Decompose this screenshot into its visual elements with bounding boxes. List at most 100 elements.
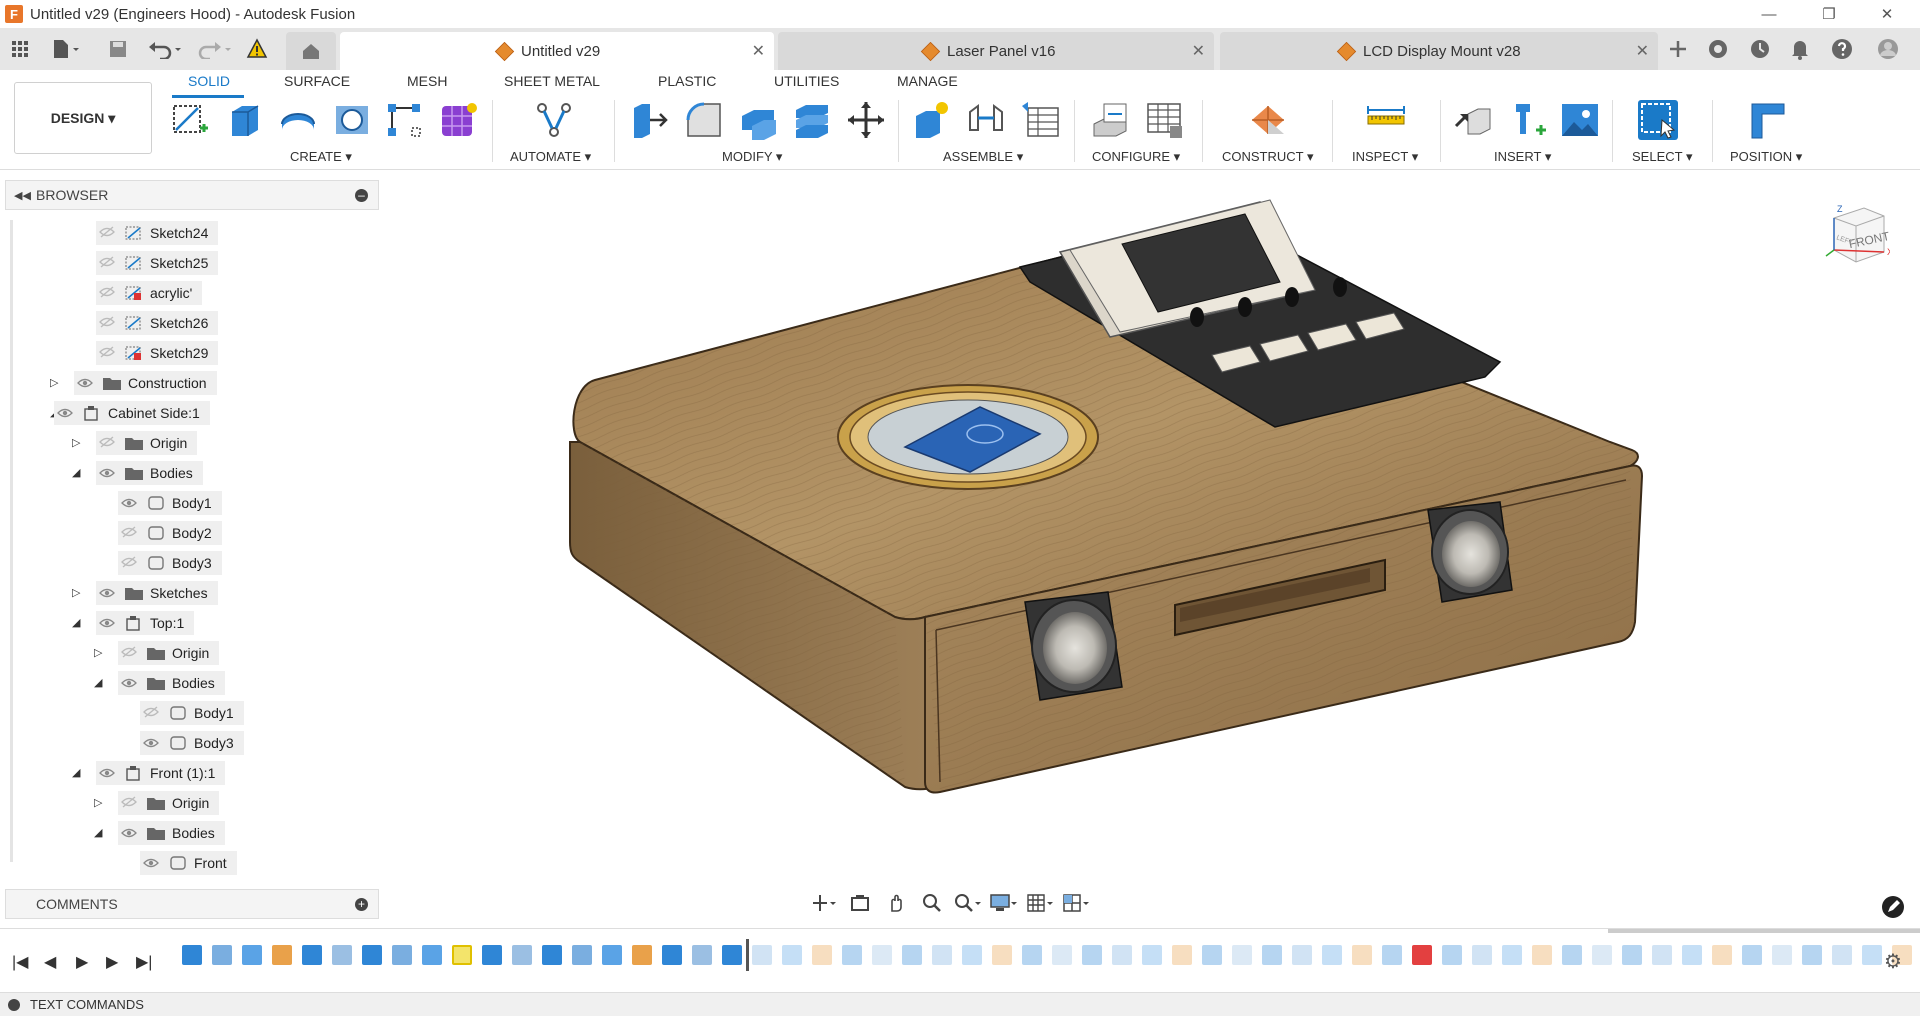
- joint-tool[interactable]: [966, 100, 1006, 140]
- eye-hidden-icon[interactable]: [140, 706, 162, 721]
- browser-node-body[interactable]: Bodies: [96, 461, 203, 485]
- press-pull-tool[interactable]: [630, 100, 670, 140]
- browser-node[interactable]: Bodies: [96, 460, 203, 486]
- timeline-feature[interactable]: [1832, 945, 1852, 965]
- canvas-annotation-button[interactable]: [1882, 896, 1904, 918]
- browser-node[interactable]: Sketch25: [96, 250, 219, 276]
- browser-node-body[interactable]: Cabinet Side:1: [54, 401, 210, 425]
- fillet-tool[interactable]: [684, 100, 724, 140]
- redo-button[interactable]: [196, 36, 236, 62]
- pattern-tool[interactable]: [384, 100, 424, 140]
- browser-node-body[interactable]: Top:1: [96, 611, 195, 635]
- select-tool[interactable]: [1638, 100, 1678, 140]
- timeline-feature[interactable]: [182, 945, 202, 965]
- job-history-button[interactable]: [1746, 36, 1774, 62]
- timeline-feature[interactable]: [1502, 945, 1522, 965]
- configuration-table-tool[interactable]: [1144, 100, 1184, 140]
- browser-node-body[interactable]: Body1: [118, 491, 222, 515]
- home-tab[interactable]: [286, 32, 336, 70]
- insert-mcmaster-tool[interactable]: [1508, 100, 1548, 140]
- expand-arrow-icon[interactable]: ▷: [72, 586, 80, 599]
- job-status-button[interactable]: [244, 36, 270, 62]
- timeline-feature[interactable]: [1472, 945, 1492, 965]
- tab-laser-panel-v16[interactable]: Laser Panel v16 ✕: [778, 32, 1214, 70]
- eye-visible-icon[interactable]: [140, 856, 162, 871]
- eye-hidden-icon[interactable]: [96, 346, 118, 361]
- comments-panel-header[interactable]: COMMENTS +: [5, 889, 379, 919]
- tab-manage[interactable]: MANAGE: [897, 73, 958, 89]
- browser-node[interactable]: Sketch29: [96, 340, 219, 366]
- timeline-previous-button[interactable]: ◀: [44, 952, 56, 972]
- browser-node[interactable]: Sketch26: [96, 310, 219, 336]
- position-tool[interactable]: [1748, 100, 1788, 140]
- browser-node[interactable]: Bodies: [118, 820, 225, 846]
- collapse-arrow-icon[interactable]: ◢: [94, 826, 102, 839]
- timeline-feature[interactable]: [512, 945, 532, 965]
- zoom-window-button[interactable]: [954, 891, 982, 915]
- timeline-feature[interactable]: [932, 945, 952, 965]
- construct-menu[interactable]: CONSTRUCT ▾: [1222, 149, 1314, 165]
- browser-scrollbar[interactable]: [10, 220, 13, 862]
- tab-utilities[interactable]: UTILITIES: [774, 73, 839, 89]
- account-button[interactable]: [1874, 36, 1902, 62]
- browser-minimize-icon[interactable]: –: [355, 188, 368, 202]
- browser-node-body[interactable]: Bodies: [118, 821, 225, 845]
- eye-visible-icon[interactable]: [118, 826, 140, 841]
- timeline-feature[interactable]: [482, 945, 502, 965]
- timeline-feature[interactable]: [1232, 945, 1252, 965]
- automate-menu[interactable]: AUTOMATE ▾: [510, 149, 591, 165]
- extrude-tool[interactable]: [224, 100, 264, 140]
- timeline-feature[interactable]: [1082, 945, 1102, 965]
- timeline-feature[interactable]: [782, 945, 802, 965]
- save-button[interactable]: [106, 36, 130, 62]
- timeline-first-button[interactable]: |◀: [12, 952, 28, 972]
- help-button[interactable]: [1828, 36, 1856, 62]
- collapse-arrow-icon[interactable]: ◢: [94, 676, 102, 689]
- timeline-last-button[interactable]: ▶|: [136, 952, 152, 972]
- tab-close-icon[interactable]: ✕: [1192, 41, 1205, 61]
- browser-node[interactable]: Body2: [118, 520, 222, 546]
- eye-visible-icon[interactable]: [118, 496, 140, 511]
- workspace-switcher-button[interactable]: DESIGN ▾: [14, 82, 152, 154]
- timeline-feature[interactable]: [1172, 945, 1192, 965]
- eye-hidden-icon[interactable]: [118, 796, 140, 811]
- text-commands-toggle-icon[interactable]: [8, 998, 20, 1011]
- orbit-button[interactable]: [810, 891, 838, 915]
- browser-node-body[interactable]: acrylic': [96, 281, 203, 305]
- timeline-feature[interactable]: [392, 945, 412, 965]
- shell-tool[interactable]: [738, 100, 778, 140]
- timeline-feature[interactable]: [812, 945, 832, 965]
- eye-hidden-icon[interactable]: [118, 556, 140, 571]
- browser-node-body[interactable]: Bodies: [118, 671, 225, 695]
- eye-hidden-icon[interactable]: [96, 316, 118, 331]
- eye-visible-icon[interactable]: [96, 586, 118, 601]
- expand-arrow-icon[interactable]: ▷: [72, 436, 80, 449]
- timeline-feature[interactable]: [992, 945, 1012, 965]
- eye-visible-icon[interactable]: [74, 376, 96, 391]
- tab-sheet-metal[interactable]: SHEET METAL: [504, 73, 600, 89]
- timeline-feature[interactable]: [1202, 945, 1222, 965]
- timeline-feature[interactable]: [662, 945, 682, 965]
- browser-node-body[interactable]: Origin: [118, 791, 220, 815]
- browser-node-body[interactable]: Sketch25: [96, 251, 219, 275]
- timeline-feature[interactable]: [1382, 945, 1402, 965]
- collapse-arrow-icon[interactable]: ◢: [72, 466, 80, 479]
- eye-hidden-icon[interactable]: [96, 436, 118, 451]
- browser-panel-header[interactable]: ◀◀ BROWSER –: [5, 180, 379, 210]
- timeline-feature[interactable]: [1322, 945, 1342, 965]
- offset-plane-tool[interactable]: [1248, 100, 1288, 140]
- timeline-feature[interactable]: [1652, 945, 1672, 965]
- close-button[interactable]: ✕: [1864, 0, 1910, 28]
- tab-mesh[interactable]: MESH: [407, 73, 447, 89]
- file-menu-button[interactable]: [48, 36, 84, 62]
- browser-node-body[interactable]: Sketch24: [96, 221, 219, 245]
- tab-lcd-display-mount-v28[interactable]: LCD Display Mount v28 ✕: [1220, 32, 1658, 70]
- timeline-feature[interactable]: [842, 945, 862, 965]
- browser-node[interactable]: Top:1: [96, 610, 195, 636]
- select-menu[interactable]: SELECT ▾: [1632, 149, 1692, 165]
- timeline-settings-icon[interactable]: ⚙: [1884, 949, 1902, 974]
- browser-node-body[interactable]: Body1: [140, 701, 244, 725]
- text-commands-bar[interactable]: TEXT COMMANDS: [0, 992, 1920, 1016]
- timeline-feature[interactable]: [1442, 945, 1462, 965]
- bill-of-materials-tool[interactable]: [1020, 100, 1060, 140]
